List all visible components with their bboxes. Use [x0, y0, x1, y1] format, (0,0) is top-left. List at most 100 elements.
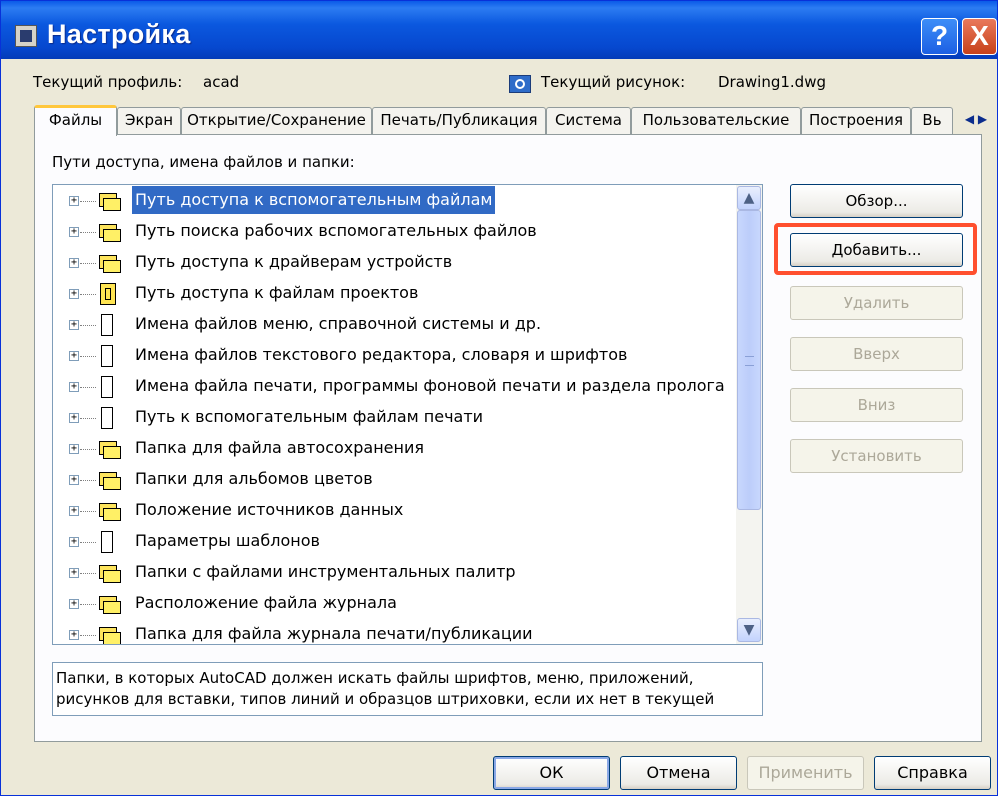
folder-icon [97, 625, 121, 644]
tree-item-label: Папка для файла журнала печати/публикаци… [135, 624, 533, 643]
tree-item[interactable]: + Папки для альбомов цветов [53, 465, 737, 495]
tree-scrollbar[interactable]: ▲ ▼ [736, 185, 762, 644]
expand-icon[interactable]: + [69, 599, 79, 609]
tree-item-label: Путь доступа к вспомогательным файлам [132, 186, 496, 214]
expand-icon[interactable]: + [69, 258, 79, 268]
description-box: Папки, в которых AutoCAD должен искать ф… [52, 662, 763, 716]
folder-icon [97, 501, 121, 521]
window-title: Настройка [47, 19, 191, 49]
tab-strip: Файлы Экран Открытие/Сохранение Печать/П… [34, 105, 996, 136]
tree-item[interactable]: + Путь доступа к вспомогательным файлам [53, 186, 737, 216]
tab-drafting[interactable]: Построения [801, 107, 911, 134]
document-icon [101, 407, 113, 429]
move-down-button[interactable]: Вниз [790, 388, 963, 422]
tree-item-label: Имена файла печати, программы фоновой пе… [135, 376, 725, 395]
browse-button[interactable]: Обзор... [790, 184, 963, 218]
tab-open-save[interactable]: Открытие/Сохранение [181, 107, 372, 134]
drawing-icon [509, 75, 531, 93]
tree-item[interactable]: + Расположение файла журнала [53, 589, 737, 619]
expand-icon[interactable]: + [69, 351, 79, 361]
scroll-thumb[interactable] [737, 210, 761, 510]
current-profile-value: acad [203, 73, 240, 91]
tree-item-label: Параметры шаблонов [135, 531, 320, 550]
document-icon [101, 376, 113, 398]
folder-icon [97, 470, 121, 490]
expand-icon[interactable]: + [69, 227, 79, 237]
set-current-button[interactable]: Установить [790, 439, 963, 473]
search-paths-label: Пути доступа, имена файлов и папки: [52, 153, 355, 171]
tree-item-label: Имена файлов меню, справочной системы и … [135, 314, 542, 333]
tree-item[interactable]: + Имена файла печати, программы фоновой … [53, 372, 737, 402]
expand-icon[interactable]: + [69, 537, 79, 547]
help-button[interactable]: ? [921, 18, 958, 55]
tree-item[interactable]: + Путь к вспомогательным файлам печати [53, 403, 737, 433]
tab-3d-modeling[interactable]: Вь [911, 107, 953, 134]
tree-item-label: Путь доступа к файлам проектов [135, 283, 419, 302]
tree-item[interactable]: + Папки с файлами инструментальных палит… [53, 558, 737, 588]
expand-icon[interactable]: + [69, 506, 79, 516]
tree-item-label: Папка для файла автосохранения [135, 438, 424, 457]
tab-display[interactable]: Экран [117, 107, 181, 134]
tree-item[interactable]: + Параметры шаблонов [53, 527, 737, 557]
expand-icon[interactable]: + [69, 196, 79, 206]
folder-icon [97, 253, 121, 273]
project-icon [100, 283, 116, 305]
tree-item[interactable]: + Имена файлов текстового редактора, сло… [53, 341, 737, 371]
folder-icon [97, 439, 121, 459]
current-drawing-label: Текущий рисунок: [541, 73, 686, 91]
tree-item[interactable]: + Имена файлов меню, справочной системы … [53, 310, 737, 340]
tab-user-preferences[interactable]: Пользовательские [631, 107, 801, 134]
app-icon [15, 25, 37, 47]
remove-button[interactable]: Удалить [790, 286, 963, 320]
title-bar[interactable]: Настройка ? X [1, 1, 997, 59]
document-icon [101, 345, 113, 367]
expand-icon[interactable]: + [69, 382, 79, 392]
tab-scroll-left-icon[interactable]: ◀ [965, 112, 974, 126]
tab-scroll-buttons: ◀ ▶ [956, 109, 996, 131]
apply-button[interactable]: Применить [747, 756, 864, 790]
add-button-highlight [774, 223, 977, 275]
tree-item[interactable]: + Папка для файла журнала печати/публика… [53, 620, 737, 644]
tab-system[interactable]: Система [546, 107, 631, 134]
move-up-button[interactable]: Вверх [790, 337, 963, 371]
tree-item[interactable]: + Путь поиска рабочих вспомогательных фа… [53, 217, 737, 247]
folder-icon [97, 563, 121, 583]
tree-item-label: Имена файлов текстового редактора, слова… [135, 345, 628, 364]
tree-item-label: Путь доступа к драйверам устройств [135, 252, 453, 271]
expand-icon[interactable]: + [69, 444, 79, 454]
help-dialog-button[interactable]: Справка [874, 756, 991, 790]
ok-button[interactable]: ОК [493, 756, 610, 790]
current-profile-label: Текущий профиль: [33, 73, 183, 91]
scroll-down-icon[interactable]: ▼ [737, 618, 761, 642]
search-paths-tree[interactable]: + Путь доступа к вспомогательным файлам … [52, 184, 763, 645]
tree-item[interactable]: + Папка для файла автосохранения [53, 434, 737, 464]
tree-item[interactable]: + Путь доступа к файлам проектов [53, 279, 737, 309]
files-tab-panel: Пути доступа, имена файлов и папки: + Пу… [34, 134, 982, 742]
options-dialog: Настройка ? X Текущий профиль: acad Теку… [0, 0, 998, 796]
tree-item-label: Папки с файлами инструментальных палитр [135, 562, 516, 581]
tree-item-label: Расположение файла журнала [135, 593, 397, 612]
tree-item-label: Положение источников данных [135, 500, 404, 519]
folder-icon [97, 222, 121, 242]
document-icon [101, 314, 113, 336]
document-icon [101, 531, 113, 553]
tree-item[interactable]: + Путь доступа к драйверам устройств [53, 248, 737, 278]
tab-scroll-right-icon[interactable]: ▶ [978, 112, 987, 126]
expand-icon[interactable]: + [69, 568, 79, 578]
tab-plot-publish[interactable]: Печать/Публикация [372, 107, 546, 134]
current-drawing-value: Drawing1.dwg [718, 73, 826, 91]
expand-icon[interactable]: + [69, 320, 79, 330]
tree-item[interactable]: + Положение источников данных [53, 496, 737, 526]
expand-icon[interactable]: + [69, 630, 79, 640]
tab-files[interactable]: Файлы [34, 105, 117, 136]
expand-icon[interactable]: + [69, 289, 79, 299]
cancel-button[interactable]: Отмена [620, 756, 737, 790]
close-button[interactable]: X [962, 18, 997, 55]
folder-icon [97, 594, 121, 614]
expand-icon[interactable]: + [69, 475, 79, 485]
tree-item-label: Путь поиска рабочих вспомогательных файл… [135, 221, 537, 240]
folder-icon [97, 191, 121, 211]
tree-item-label: Папки для альбомов цветов [135, 469, 373, 488]
scroll-up-icon[interactable]: ▲ [737, 186, 761, 210]
expand-icon[interactable]: + [69, 413, 79, 423]
